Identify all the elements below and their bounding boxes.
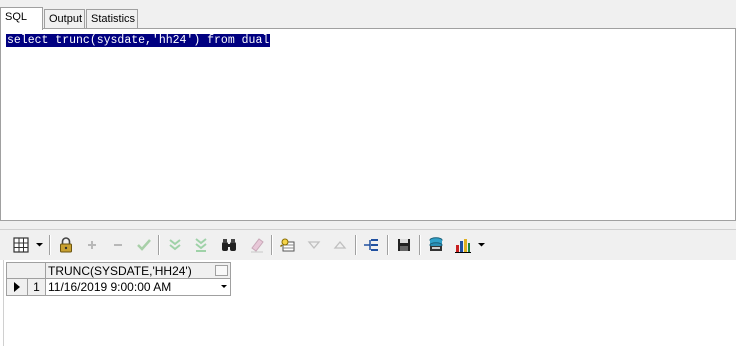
grid-left-edge (0, 260, 4, 346)
tab-sql[interactable]: SQL (0, 7, 43, 30)
toolbar-separator (271, 235, 273, 255)
fetch-next-page-icon[interactable] (166, 236, 184, 254)
previous-record-icon[interactable] (305, 236, 323, 254)
sql-statement-selected[interactable]: select trunc(sysdate,'hh24') from dual (6, 34, 271, 47)
lock-icon[interactable] (57, 236, 75, 254)
toolbar-separator (158, 235, 160, 255)
results-toolbar (0, 230, 736, 260)
results-grid: TRUNC(SYSDATE,'HH24') 1 11/16/2019 9:00:… (6, 262, 231, 298)
tab-output[interactable]: Output (44, 9, 85, 28)
save-floppy-icon[interactable] (395, 236, 413, 254)
toolbar-separator (355, 235, 357, 255)
chevron-down-icon[interactable] (36, 239, 43, 249)
post-record-icon[interactable] (135, 236, 153, 254)
tab-statistics[interactable]: Statistics (86, 9, 138, 28)
record-view-icon[interactable] (362, 236, 380, 254)
grid-layout-icon[interactable] (12, 236, 30, 254)
fetch-last-page-icon[interactable] (192, 236, 210, 254)
column-header-label: TRUNC(SYSDATE,'HH24') (48, 264, 192, 278)
chart-icon[interactable] (454, 236, 472, 254)
toolbar-separator (419, 235, 421, 255)
row-number: 1 (28, 279, 46, 296)
column-header-button[interactable] (215, 265, 228, 276)
cell-dropdown-icon[interactable] (221, 285, 227, 288)
delete-record-icon[interactable] (109, 236, 127, 254)
toolbar-separator (387, 235, 389, 255)
column-header[interactable]: TRUNC(SYSDATE,'HH24') (46, 262, 231, 279)
query-by-example-icon[interactable] (279, 236, 297, 254)
sql-editor[interactable]: select trunc(sysdate,'hh24') from dual (0, 29, 736, 220)
sql-window: SQL Output Statistics select trunc(sysda… (0, 0, 736, 346)
results-grid-area: TRUNC(SYSDATE,'HH24') 1 11/16/2019 9:00:… (0, 260, 736, 346)
chevron-down-icon[interactable] (478, 239, 485, 249)
add-record-icon[interactable] (83, 236, 101, 254)
editor-tab-bar: SQL Output Statistics (0, 7, 736, 30)
next-record-icon[interactable] (331, 236, 349, 254)
find-binoculars-icon[interactable] (220, 236, 238, 254)
cell-value: 11/16/2019 9:00:00 AM (48, 280, 172, 294)
toolbar-separator (49, 235, 51, 255)
current-row-arrow-icon (14, 282, 20, 292)
table-cell[interactable]: 11/16/2019 9:00:00 AM (46, 279, 231, 296)
row-indicator[interactable] (6, 279, 28, 296)
grid-corner (6, 262, 46, 279)
clear-eraser-icon[interactable] (248, 236, 266, 254)
top-strip (0, 0, 736, 7)
editor-results-splitter[interactable] (0, 220, 736, 230)
export-data-icon[interactable] (427, 236, 445, 254)
